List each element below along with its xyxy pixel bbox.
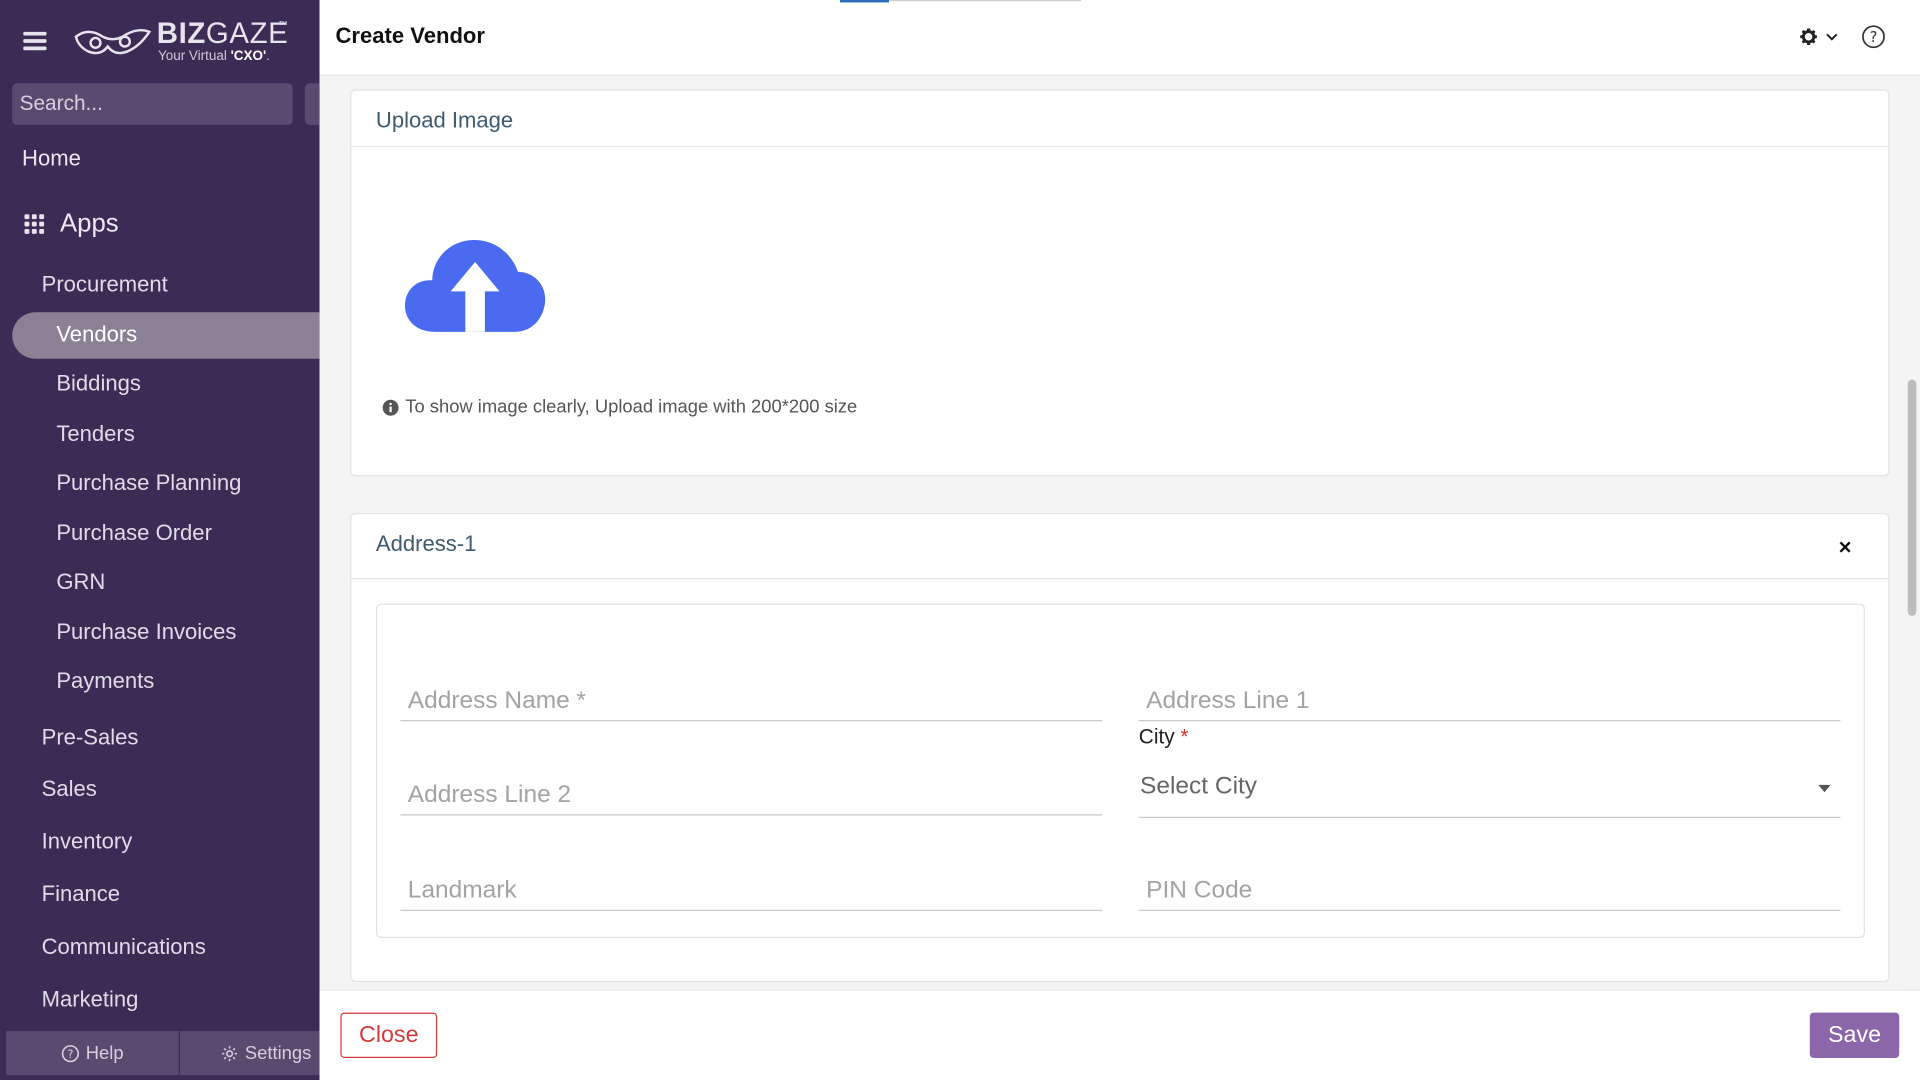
nav-sales[interactable]: Sales — [42, 776, 97, 802]
nav-item-biddings[interactable]: Biddings — [56, 371, 141, 397]
nav-item-grn[interactable]: GRN — [56, 569, 105, 595]
info-icon — [382, 399, 399, 416]
nav-finance[interactable]: Finance — [42, 882, 120, 908]
address-line2-field — [400, 761, 1103, 816]
address-name-input[interactable] — [400, 667, 1103, 721]
svg-text:?: ? — [1870, 29, 1878, 46]
nav-communications[interactable]: Communications — [42, 934, 206, 960]
cloud-upload-icon[interactable] — [403, 225, 547, 333]
upload-image-section: Upload Image To show image clearly, Uplo… — [350, 89, 1890, 477]
nav-apps[interactable]: Apps — [24, 209, 119, 238]
page-title: Create Vendor — [335, 23, 485, 48]
nav-marketing[interactable]: Marketing — [42, 987, 139, 1013]
brand-tagline: Your Virtual 'CXO'. — [157, 48, 270, 64]
address-section: Address-1 × City * Select City — [350, 513, 1890, 983]
apps-grid-icon — [24, 214, 45, 234]
scrollbar-thumb[interactable] — [1907, 379, 1917, 616]
gear-icon — [222, 1045, 238, 1061]
brand-logo[interactable]: BIZGAZE ™ Your Virtual 'CXO'. — [73, 17, 293, 66]
help-button[interactable]: ? Help — [6, 1031, 181, 1076]
gear-icon — [1800, 28, 1817, 46]
nav-item-tenders[interactable]: Tenders — [56, 421, 134, 447]
content-scrollbar[interactable] — [1904, 75, 1920, 990]
nav-pre-sales[interactable]: Pre-Sales — [42, 725, 139, 751]
nav-item-purchase-planning[interactable]: Purchase Planning — [56, 470, 241, 496]
required-mark: * — [1180, 724, 1189, 749]
close-button[interactable]: Close — [340, 1012, 438, 1058]
owl-logo-icon — [74, 29, 152, 55]
address-section-title: Address-1 — [375, 531, 477, 556]
upload-section-title: Upload Image — [351, 91, 1889, 147]
help-circle-icon: ? — [61, 1044, 80, 1062]
tab-divider — [888, 0, 1082, 2]
caret-down-icon — [1818, 784, 1831, 793]
nav-home[interactable]: Home — [22, 146, 81, 172]
active-tab-indicator — [840, 0, 889, 3]
city-select-value: Select City — [1140, 772, 1258, 800]
city-label: City * — [1138, 724, 1189, 749]
nav-item-payments[interactable]: Payments — [56, 669, 154, 695]
nav-item-vendors[interactable]: Vendors — [56, 322, 137, 348]
nav-item-purchase-invoices[interactable]: Purchase Invoices — [56, 620, 236, 646]
page-header: Create Vendor ? — [319, 0, 1920, 76]
nav-apps-label: Apps — [60, 209, 119, 238]
action-bar: Close Save — [319, 989, 1920, 1080]
upload-hint-text: To show image clearly, Upload image with… — [405, 396, 858, 418]
address-fields-box: City * Select City — [375, 603, 1865, 938]
nav-inventory[interactable]: Inventory — [42, 829, 133, 855]
svg-text:?: ? — [67, 1046, 73, 1060]
pincode-input[interactable] — [1138, 857, 1841, 910]
nav-procurement[interactable]: Procurement — [42, 272, 168, 298]
help-circle-icon[interactable]: ? — [1861, 24, 1885, 49]
remove-address-button[interactable]: × — [1839, 536, 1852, 558]
trademark: ™ — [277, 19, 288, 31]
pincode-field — [1138, 857, 1841, 912]
page-settings-dropdown[interactable] — [1798, 26, 1838, 48]
address-line1-field — [1138, 667, 1841, 722]
landmark-field — [400, 857, 1103, 912]
address-line1-input[interactable] — [1138, 667, 1841, 721]
menu-icon[interactable] — [23, 31, 47, 51]
sidebar-search — [12, 83, 293, 125]
help-label: Help — [85, 1042, 124, 1064]
sidebar-footer: ? Help Settings — [6, 1031, 320, 1076]
address-name-field — [400, 667, 1103, 722]
address-line2-input[interactable] — [400, 761, 1103, 815]
brand-name: BIZGAZE — [156, 17, 289, 51]
form-content: Upload Image To show image clearly, Uplo… — [319, 75, 1920, 990]
settings-button[interactable]: Settings — [180, 1031, 320, 1075]
search-input[interactable] — [19, 91, 291, 117]
landmark-input[interactable] — [400, 857, 1103, 910]
chevron-down-icon — [1826, 33, 1838, 41]
address-section-header: Address-1 × — [351, 514, 1889, 580]
nav-item-purchase-order[interactable]: Purchase Order — [56, 520, 212, 546]
save-button[interactable]: Save — [1809, 1012, 1900, 1058]
city-select[interactable]: Select City — [1138, 756, 1841, 818]
sidebar: BIZGAZE ™ Your Virtual 'CXO'. Home Apps … — [0, 0, 331, 1080]
settings-label: Settings — [244, 1042, 312, 1064]
upload-hint: To show image clearly, Upload image with… — [382, 397, 857, 418]
